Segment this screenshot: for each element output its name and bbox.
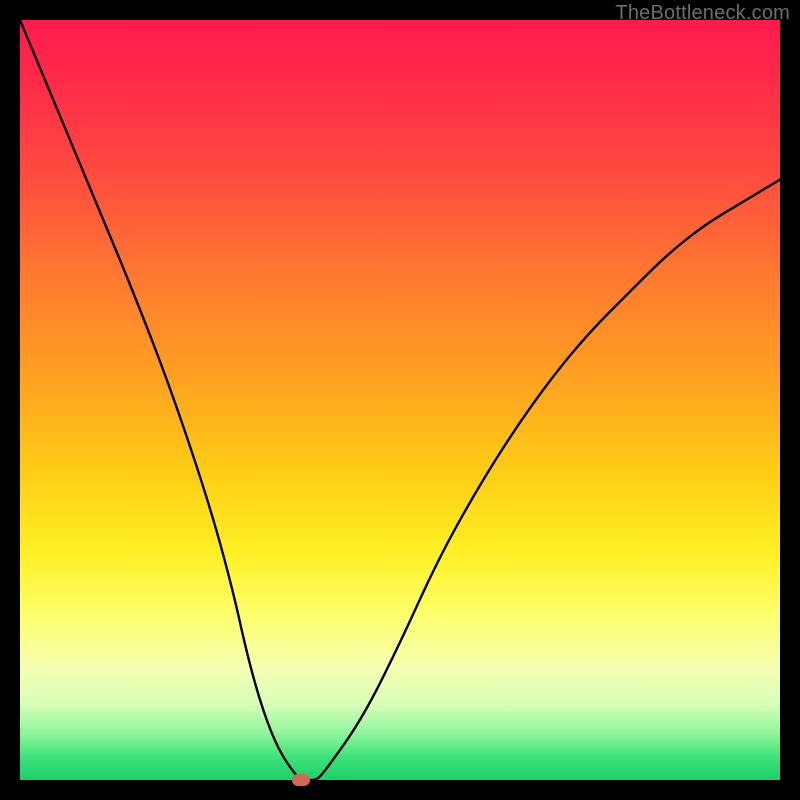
curve-layer xyxy=(20,20,780,780)
optimum-marker xyxy=(292,774,310,786)
chart-frame: TheBottleneck.com xyxy=(0,0,800,800)
bottleneck-curve-path xyxy=(20,20,780,780)
watermark-text: TheBottleneck.com xyxy=(615,2,790,25)
plot-area xyxy=(20,20,780,780)
